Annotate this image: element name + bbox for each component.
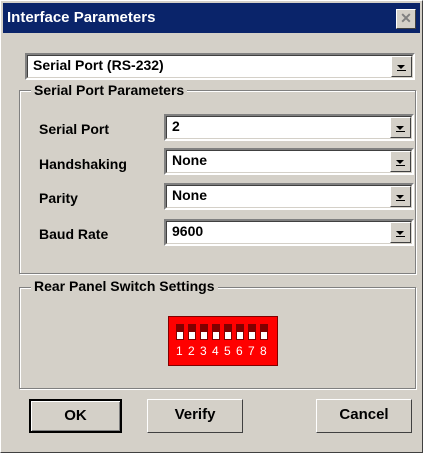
dip-switch-2 <box>188 324 196 340</box>
verify-button[interactable]: Verify <box>147 399 243 433</box>
dip-switch-number: 5 <box>224 344 231 358</box>
dip-switch-number: 2 <box>188 344 195 358</box>
serial-port-label: Serial Port <box>39 121 110 137</box>
dip-switch-8 <box>260 324 268 340</box>
baud-rate-label: Baud Rate <box>39 226 109 242</box>
handshaking-value: None <box>172 152 207 168</box>
parity-value: None <box>172 187 207 203</box>
interface-parameters-dialog: Interface Parameters ✕ Serial Port (RS-2… <box>0 0 423 453</box>
serial-port-parameters-label: Serial Port Parameters <box>31 82 188 98</box>
handshaking-dropdown[interactable]: None <box>164 148 414 175</box>
handshaking-label: Handshaking <box>39 156 127 172</box>
dip-switch-3 <box>200 324 208 340</box>
cancel-button[interactable]: Cancel <box>316 399 412 433</box>
window-title: Interface Parameters <box>7 9 156 26</box>
interface-type-value: Serial Port (RS-232) <box>33 57 164 73</box>
serial-port-value: 2 <box>172 118 180 134</box>
dip-switch-7 <box>248 324 256 340</box>
dip-switch-number: 8 <box>260 344 267 358</box>
interface-type-dropdown[interactable]: Serial Port (RS-232) <box>25 53 415 80</box>
chevron-down-icon[interactable] <box>390 151 411 172</box>
chevron-down-icon[interactable] <box>390 222 411 243</box>
dip-switch-5 <box>224 324 232 340</box>
baud-rate-value: 9600 <box>172 223 204 239</box>
chevron-down-icon[interactable] <box>391 56 412 77</box>
chevron-down-icon[interactable] <box>390 186 411 207</box>
parity-dropdown[interactable]: None <box>164 183 414 210</box>
dip-switch-number: 1 <box>176 344 183 358</box>
rear-panel-switch-label: Rear Panel Switch Settings <box>31 278 218 294</box>
dip-switch-1 <box>176 324 184 340</box>
dip-switch-number: 3 <box>200 344 207 358</box>
baud-rate-dropdown[interactable]: 9600 <box>164 219 414 246</box>
title-bar[interactable]: Interface Parameters ✕ <box>3 3 420 33</box>
dip-switch-number: 6 <box>236 344 243 358</box>
ok-button[interactable]: OK <box>29 399 122 433</box>
parity-label: Parity <box>39 190 78 206</box>
close-icon[interactable]: ✕ <box>396 9 416 29</box>
serial-port-dropdown[interactable]: 2 <box>164 114 414 141</box>
dip-switch-6 <box>236 324 244 340</box>
dip-switch-block: 1 2 3 4 5 6 7 8 <box>168 316 278 366</box>
dip-switch-number: 4 <box>212 344 219 358</box>
chevron-down-icon[interactable] <box>390 117 411 138</box>
dip-switch-number: 7 <box>248 344 255 358</box>
dip-switch-4 <box>212 324 220 340</box>
